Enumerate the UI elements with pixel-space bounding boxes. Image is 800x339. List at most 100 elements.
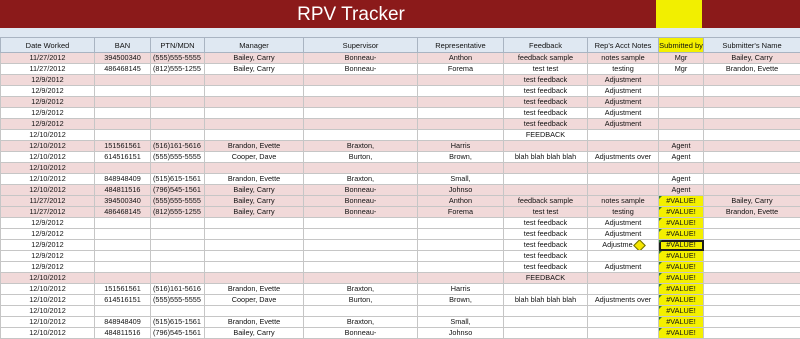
col-submitters-name-cell[interactable] [704,273,800,284]
col-rep-acct-notes-cell[interactable]: Adjustments over [588,295,659,306]
col-manager-cell[interactable]: Bailey, Carry [205,64,304,75]
col-submitted-by-cell[interactable]: #VALUE! [659,284,704,295]
col-submitters-name-cell[interactable]: Bailey, Carry [704,196,800,207]
col-rep-acct-notes-cell[interactable]: Adjustment [588,108,659,119]
col-ptn-mdn-cell[interactable]: (796)545-1561 [151,185,205,196]
col-representative-cell[interactable]: Johnso [418,185,504,196]
col-date-worked-cell[interactable]: 11/27/2012 [1,207,95,218]
col-manager-cell[interactable]: Bailey, Carry [205,328,304,339]
col-ban-cell[interactable] [95,130,151,141]
col-rep-acct-notes-cell[interactable]: Adjustment [588,75,659,86]
col-supervisor-cell[interactable]: Bonneau- [304,64,418,75]
col-manager-cell[interactable] [205,218,304,229]
col-manager-cell[interactable] [205,273,304,284]
col-submitted-by-cell[interactable] [659,119,704,130]
col-manager-cell[interactable] [205,306,304,317]
col-ptn-mdn-cell[interactable]: (555)555-5555 [151,295,205,306]
col-submitted-by-cell[interactable]: #VALUE! [659,317,704,328]
col-date-worked-cell[interactable]: 12/9/2012 [1,119,95,130]
col-ban-cell[interactable]: 614516151 [95,295,151,306]
col-rep-acct-notes-cell[interactable]: testing [588,64,659,75]
col-submitted-by-cell[interactable]: #VALUE! [659,207,704,218]
col-submitted-by-cell[interactable]: Agent [659,152,704,163]
col-rep-acct-notes-cell[interactable]: Adjustment [588,86,659,97]
col-feedback-cell[interactable] [504,174,588,185]
col-ptn-mdn-cell[interactable] [151,306,205,317]
col-rep-acct-notes-cell[interactable]: notes sample [588,53,659,64]
col-manager-cell[interactable] [205,75,304,86]
col-ban-cell[interactable] [95,163,151,174]
col-date-worked-cell[interactable]: 12/9/2012 [1,218,95,229]
col-supervisor-cell[interactable] [304,306,418,317]
col-manager-cell[interactable] [205,119,304,130]
col-ban-cell[interactable] [95,240,151,251]
col-representative-cell[interactable]: Small, [418,174,504,185]
col-rep-acct-notes-cell[interactable] [588,306,659,317]
col-representative-cell[interactable]: Anthon [418,196,504,207]
col-feedback-cell[interactable] [504,317,588,328]
col-manager-cell[interactable]: Bailey, Carry [205,207,304,218]
col-submitters-name-cell[interactable] [704,97,800,108]
col-submitters-name-cell[interactable] [704,295,800,306]
col-feedback-cell[interactable]: test feedback [504,262,588,273]
col-manager-cell[interactable]: Brandon, Evette [205,141,304,152]
col-submitters-name-cell[interactable]: Bailey, Carry [704,53,800,64]
col-supervisor-cell[interactable] [304,251,418,262]
col-feedback-cell[interactable] [504,328,588,339]
col-supervisor-cell[interactable]: Bonneau- [304,207,418,218]
col-feedback-cell[interactable]: test feedback [504,86,588,97]
col-ptn-mdn-cell[interactable]: (812)555-1255 [151,207,205,218]
col-feedback-cell[interactable] [504,185,588,196]
col-supervisor-cell[interactable]: Braxton, [304,284,418,295]
col-manager-cell[interactable]: Brandon, Evette [205,174,304,185]
col-rep-acct-notes-cell[interactable] [588,317,659,328]
col-ptn-mdn-cell[interactable]: (515)615-1561 [151,317,205,328]
col-manager-cell[interactable]: Cooper, Dave [205,295,304,306]
col-submitters-name-cell[interactable] [704,163,800,174]
col-ptn-mdn-cell[interactable] [151,86,205,97]
col-date-worked-cell[interactable]: 12/9/2012 [1,251,95,262]
col-ptn-mdn-cell[interactable] [151,229,205,240]
col-submitted-by-cell[interactable] [659,163,704,174]
col-ban-cell[interactable]: 848948409 [95,174,151,185]
col-ban-cell[interactable] [95,218,151,229]
col-ban-cell[interactable]: 151561561 [95,284,151,295]
col-ban-cell[interactable]: 484811516 [95,328,151,339]
col-ban-cell[interactable] [95,273,151,284]
col-ban-cell[interactable]: 486468145 [95,64,151,75]
col-rep-acct-notes-cell[interactable] [588,251,659,262]
col-representative-cell[interactable] [418,75,504,86]
col-submitters-name-cell[interactable] [704,328,800,339]
col-submitters-name-cell[interactable] [704,75,800,86]
col-feedback-cell[interactable]: test test [504,207,588,218]
col-submitters-name-cell[interactable] [704,240,800,251]
col-rep-acct-notes-header[interactable]: Rep's Acct Notes [588,38,659,53]
error-warning-icon[interactable] [633,240,646,251]
col-date-worked-cell[interactable]: 12/10/2012 [1,185,95,196]
col-feedback-cell[interactable]: test test [504,64,588,75]
col-submitted-by-header[interactable]: Submitted by [659,38,704,53]
col-submitted-by-cell[interactable]: Agent [659,185,704,196]
col-supervisor-cell[interactable] [304,262,418,273]
col-ptn-mdn-cell[interactable] [151,97,205,108]
col-manager-cell[interactable]: Brandon, Evette [205,317,304,328]
col-rep-acct-notes-cell[interactable]: Adjustment [588,218,659,229]
col-representative-cell[interactable] [418,306,504,317]
col-ptn-mdn-cell[interactable] [151,273,205,284]
col-ptn-mdn-cell[interactable]: (796)545-1561 [151,328,205,339]
col-rep-acct-notes-cell[interactable] [588,185,659,196]
col-rep-acct-notes-cell[interactable] [588,141,659,152]
col-representative-cell[interactable]: Small, [418,317,504,328]
col-submitters-name-cell[interactable] [704,262,800,273]
col-representative-cell[interactable] [418,251,504,262]
col-rep-acct-notes-cell[interactable] [588,328,659,339]
col-submitted-by-cell[interactable]: #VALUE! [659,295,704,306]
col-submitted-by-cell[interactable]: #VALUE! [659,251,704,262]
col-supervisor-cell[interactable] [304,86,418,97]
col-date-worked-cell[interactable]: 12/9/2012 [1,240,95,251]
col-manager-cell[interactable] [205,86,304,97]
col-manager-cell[interactable]: Cooper, Dave [205,152,304,163]
col-supervisor-cell[interactable]: Bonneau- [304,328,418,339]
col-ban-cell[interactable]: 394500340 [95,196,151,207]
col-feedback-cell[interactable]: test feedback [504,97,588,108]
